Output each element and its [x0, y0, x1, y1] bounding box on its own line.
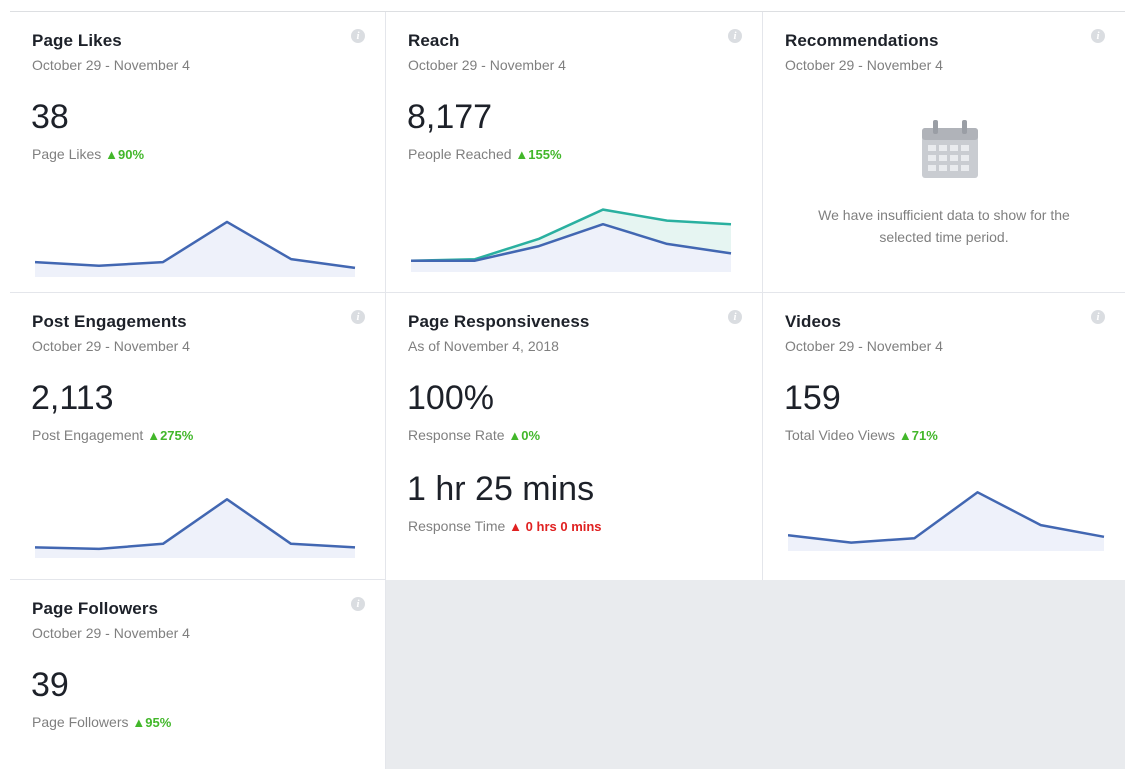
info-icon[interactable]: i — [728, 310, 742, 324]
metric-label-row: Total Video Views ▲71% — [785, 427, 938, 443]
metric-label: Total Video Views — [785, 427, 895, 443]
card-title: Page Responsiveness — [408, 312, 590, 331]
up-arrow-icon: ▲ — [105, 147, 119, 162]
post-engagements-sparkline — [35, 498, 356, 558]
page-likes-sparkline — [35, 220, 356, 277]
metric-label-row: People Reached ▲155% — [408, 146, 562, 162]
sparkline-area — [788, 492, 1104, 551]
date-range: October 29 - November 4 — [785, 57, 943, 73]
change-indicator: ▲90% — [105, 147, 144, 162]
up-arrow-icon: ▲ — [508, 428, 522, 443]
change-indicator-red: ▲ 0 hrs 0 mins — [509, 519, 601, 534]
response-time-value: 1 hr 25 mins — [407, 470, 595, 508]
metric-value: 159 — [784, 379, 841, 417]
change-value: 275% — [160, 428, 194, 443]
up-arrow-icon: ▲ — [515, 147, 529, 162]
change-indicator: ▲95% — [132, 715, 171, 730]
videos-card[interactable]: Videos i October 29 - November 4 159 Tot… — [763, 293, 1125, 579]
metric-label-row: Page Followers ▲95% — [32, 714, 171, 730]
post-engagements-card[interactable]: Post Engagements i October 29 - November… — [10, 293, 385, 579]
info-icon[interactable]: i — [351, 29, 365, 43]
change-indicator: ▲155% — [515, 147, 561, 162]
response-rate-row: Response Rate ▲0% — [408, 427, 540, 443]
metric-value: 2,113 — [31, 379, 114, 417]
insufficient-data-message: We have insufficient data to show for th… — [763, 204, 1125, 248]
info-icon[interactable]: i — [351, 597, 365, 611]
calendar-icon — [922, 120, 978, 178]
change-value: 90% — [118, 147, 145, 162]
page-followers-card[interactable]: Page Followers i October 29 - November 4… — [10, 580, 385, 769]
metric-label: Page Followers — [32, 714, 129, 730]
videos-sparkline — [788, 491, 1105, 551]
card-title: Reach — [408, 31, 460, 50]
change-value: 95% — [145, 715, 172, 730]
info-icon[interactable]: i — [728, 29, 742, 43]
change-value: 0 hrs 0 mins — [525, 519, 602, 534]
response-rate-value: 100% — [407, 379, 494, 417]
card-title: Post Engagements — [32, 312, 187, 331]
metric-label-row: Post Engagement ▲275% — [32, 427, 193, 443]
card-title: Videos — [785, 312, 842, 331]
metric-label: People Reached — [408, 146, 512, 162]
date-range: October 29 - November 4 — [32, 338, 190, 354]
sparkline-area — [35, 221, 355, 277]
change-value: 155% — [528, 147, 562, 162]
up-arrow-icon: ▲ — [509, 519, 523, 534]
change-indicator: ▲0% — [508, 428, 540, 443]
metric-label: Post Engagement — [32, 427, 144, 443]
divider — [385, 12, 386, 580]
change-indicator: ▲275% — [147, 428, 193, 443]
reach-card[interactable]: Reach i October 29 - November 4 8,177 Pe… — [386, 12, 762, 292]
info-icon[interactable]: i — [351, 310, 365, 324]
card-title: Page Followers — [32, 599, 159, 618]
empty-grid-area — [386, 580, 1125, 769]
info-icon[interactable]: i — [1091, 29, 1105, 43]
divider — [385, 580, 386, 769]
up-arrow-icon: ▲ — [147, 428, 161, 443]
divider — [10, 292, 1125, 293]
metric-value: 39 — [31, 666, 69, 704]
change-indicator: ▲71% — [899, 428, 938, 443]
metric-label-row: Page Likes ▲90% — [32, 146, 144, 162]
response-time-row: Response Time ▲ 0 hrs 0 mins — [408, 518, 602, 534]
divider — [762, 12, 763, 580]
metric-value: 8,177 — [407, 98, 493, 136]
date-range: October 29 - November 4 — [32, 625, 190, 641]
page-responsiveness-card[interactable]: Page Responsiveness i As of November 4, … — [386, 293, 762, 579]
date-range: As of November 4, 2018 — [408, 338, 559, 354]
date-range: October 29 - November 4 — [32, 57, 190, 73]
message-line-1: We have insufficient data to show for th… — [818, 207, 1070, 223]
response-rate-label: Response Rate — [408, 427, 505, 443]
date-range: October 29 - November 4 — [408, 57, 566, 73]
up-arrow-icon: ▲ — [132, 715, 146, 730]
metric-label: Page Likes — [32, 146, 102, 162]
response-time-label: Response Time — [408, 518, 506, 534]
date-range: October 29 - November 4 — [785, 338, 943, 354]
change-value: 0% — [521, 428, 541, 443]
card-title: Page Likes — [32, 31, 122, 50]
recommendations-card[interactable]: Recommendations i October 29 - November … — [763, 12, 1125, 292]
reach-sparkline — [411, 208, 732, 272]
card-title: Recommendations — [785, 31, 939, 50]
change-value: 71% — [911, 428, 938, 443]
message-line-2: selected time period. — [879, 229, 1009, 245]
info-icon[interactable]: i — [1091, 310, 1105, 324]
metric-value: 38 — [31, 98, 69, 136]
up-arrow-icon: ▲ — [898, 428, 912, 443]
divider — [10, 579, 386, 580]
page-likes-card[interactable]: Page Likes i October 29 - November 4 38 … — [10, 12, 385, 292]
